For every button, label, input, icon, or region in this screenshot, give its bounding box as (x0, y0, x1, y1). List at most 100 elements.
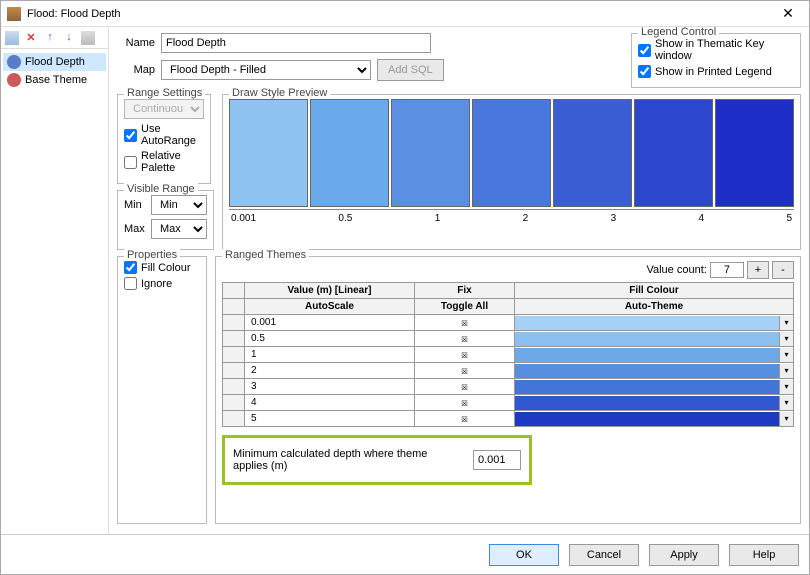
ok-button[interactable]: OK (489, 544, 559, 566)
fix-cell[interactable]: ☒ (415, 315, 515, 331)
value-cell[interactable]: 5 (245, 411, 415, 427)
min-select[interactable]: Min (151, 195, 207, 215)
fix-cell[interactable]: ☒ (415, 347, 515, 363)
min-depth-input[interactable] (473, 450, 521, 470)
value-cell[interactable]: 1 (245, 347, 415, 363)
titlebar: Flood: Flood Depth ✕ (1, 1, 809, 27)
colour-dropdown-icon[interactable]: ▾ (779, 332, 793, 346)
app-icon (7, 7, 21, 21)
col-fix: Fix (415, 283, 515, 299)
fix-cell[interactable]: ☒ (415, 411, 515, 427)
tree-item[interactable]: Flood Depth (3, 53, 106, 71)
value-cell[interactable]: 4 (245, 395, 415, 411)
sub-toggle[interactable]: Toggle All (415, 299, 515, 315)
fix-cell[interactable]: ☒ (415, 395, 515, 411)
colour-dropdown-icon[interactable]: ▾ (779, 380, 793, 394)
map-label: Map (117, 64, 155, 76)
row-header[interactable] (223, 331, 245, 347)
move-up-icon[interactable]: ↑ (43, 31, 57, 45)
colour-dropdown-icon[interactable]: ▾ (779, 364, 793, 378)
side-toolbar: ✕ ↑ ↓ (1, 27, 108, 49)
use-autorange-checkbox[interactable]: Use AutoRange (124, 123, 204, 147)
row-header[interactable] (223, 363, 245, 379)
row-header[interactable] (223, 379, 245, 395)
ranged-table: Value (m) [Linear] Fix Fill Colour AutoS… (222, 282, 794, 427)
row-header[interactable] (223, 411, 245, 427)
preview-swatch (310, 99, 389, 207)
max-select[interactable]: Max (151, 219, 207, 239)
fill-colour-cell[interactable]: ▾ (515, 315, 794, 331)
row-header[interactable] (223, 395, 245, 411)
min-depth-label: Minimum calculated depth where theme app… (233, 448, 465, 472)
value-count-plus[interactable]: + (747, 261, 769, 279)
fill-colour-cell[interactable]: ▾ (515, 347, 794, 363)
draw-preview-title: Draw Style Preview (229, 87, 330, 99)
sub-autotheme[interactable]: Auto-Theme (515, 299, 794, 315)
value-count-minus[interactable]: - (772, 261, 794, 279)
colour-dropdown-icon[interactable]: ▾ (779, 412, 793, 426)
fill-colour-cell[interactable]: ▾ (515, 331, 794, 347)
fix-cell[interactable]: ☒ (415, 363, 515, 379)
cancel-button[interactable]: Cancel (569, 544, 639, 566)
fill-colour-cell[interactable]: ▾ (515, 411, 794, 427)
fill-colour-cell[interactable]: ▾ (515, 363, 794, 379)
theme-tree: Flood DepthBase Theme (1, 49, 108, 534)
relative-palette-checkbox[interactable]: Relative Palette (124, 150, 204, 174)
value-cell[interactable]: 3 (245, 379, 415, 395)
theme-icon (7, 73, 21, 87)
value-count-input[interactable] (710, 262, 744, 278)
tick-label: 3 (611, 213, 617, 224)
preview-swatch (715, 99, 794, 207)
copy-icon[interactable] (81, 31, 95, 45)
legend-control-group: Legend Control Show in Thematic Key wind… (631, 33, 801, 88)
table-row: 0.5☒ ▾ (223, 331, 794, 347)
tick-label: 2 (523, 213, 529, 224)
delete-icon[interactable]: ✕ (24, 31, 38, 45)
colour-dropdown-icon[interactable]: ▾ (779, 396, 793, 410)
min-depth-highlight: Minimum calculated depth where theme app… (222, 435, 532, 485)
fix-cell[interactable]: ☒ (415, 379, 515, 395)
name-input[interactable] (161, 33, 431, 53)
dialog-footer: OK Cancel Apply Help (1, 534, 809, 574)
col-fill: Fill Colour (515, 283, 794, 299)
preview-swatch (472, 99, 551, 207)
row-header[interactable] (223, 315, 245, 331)
colour-dropdown-icon[interactable]: ▾ (779, 348, 793, 362)
range-mode-select[interactable]: Continuous (124, 99, 204, 119)
name-label: Name (117, 37, 155, 49)
fix-cell[interactable]: ☒ (415, 331, 515, 347)
window-title: Flood: Flood Depth (27, 8, 773, 20)
tree-item[interactable]: Base Theme (3, 71, 106, 89)
colour-dropdown-icon[interactable]: ▾ (779, 316, 793, 330)
range-settings-group: Range Settings Continuous Use AutoRange … (117, 94, 211, 184)
draw-style-preview-group: Draw Style Preview 0.0010.512345 (222, 94, 801, 250)
show-printed-checkbox[interactable]: Show in Printed Legend (638, 65, 794, 78)
preview-swatch (229, 99, 308, 207)
value-cell[interactable]: 0.5 (245, 331, 415, 347)
theme-icon (7, 55, 21, 69)
sub-autoscale[interactable]: AutoScale (245, 299, 415, 315)
show-thematic-checkbox[interactable]: Show in Thematic Key window (638, 38, 794, 62)
preview-swatch (634, 99, 713, 207)
apply-button[interactable]: Apply (649, 544, 719, 566)
fill-colour-checkbox[interactable]: Fill Colour (124, 261, 200, 274)
new-theme-icon[interactable] (5, 31, 19, 45)
table-row: 5☒ ▾ (223, 411, 794, 427)
ignore-checkbox[interactable]: Ignore (124, 277, 200, 290)
preview-swatch (553, 99, 632, 207)
value-cell[interactable]: 0.001 (245, 315, 415, 331)
tick-label: 0.001 (231, 213, 256, 224)
legend-control-title: Legend Control (638, 27, 719, 38)
value-cell[interactable]: 2 (245, 363, 415, 379)
help-button[interactable]: Help (729, 544, 799, 566)
fill-colour-cell[interactable]: ▾ (515, 379, 794, 395)
move-down-icon[interactable]: ↓ (62, 31, 76, 45)
ranged-themes-title: Ranged Themes (222, 249, 309, 261)
map-select[interactable]: Flood Depth - Filled (161, 60, 371, 80)
properties-group: Properties Fill Colour Ignore (117, 256, 207, 524)
fill-colour-cell[interactable]: ▾ (515, 395, 794, 411)
add-sql-button[interactable]: Add SQL (377, 59, 444, 81)
row-header[interactable] (223, 347, 245, 363)
close-button[interactable]: ✕ (773, 5, 803, 22)
tick-label: 4 (699, 213, 705, 224)
